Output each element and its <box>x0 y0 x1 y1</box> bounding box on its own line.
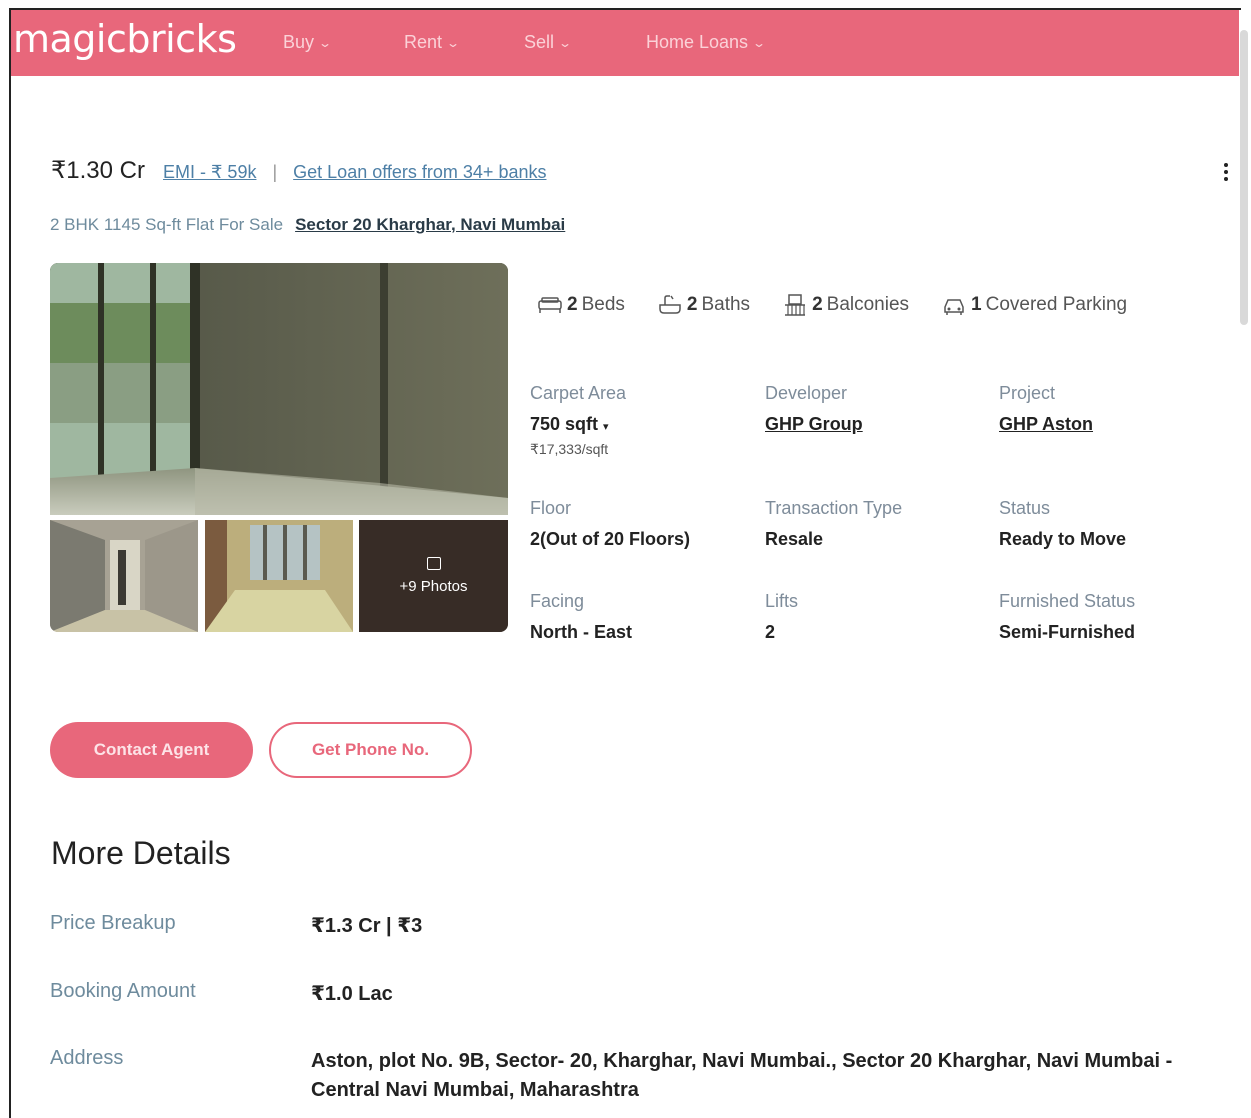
corridor-photo <box>50 520 198 632</box>
spec-carpet-area: Carpet Area 750 sqft ▾ ₹17,333/sqft <box>530 383 626 458</box>
more-options-icon[interactable] <box>1224 160 1228 184</box>
chevron-down-icon: ⌄ <box>446 35 461 50</box>
room-photo-2 <box>205 520 353 632</box>
beds-label: Beds <box>581 294 625 315</box>
property-summary: 2 BHK 1145 Sq-ft Flat For Sale <box>50 215 284 234</box>
top-navbar: magicbricks Buy ⌄ Rent ⌄ Sell ⌄ Home Loa… <box>11 10 1239 76</box>
image-icon <box>426 557 441 570</box>
nav-home-loans-label: Home Loans <box>646 32 749 52</box>
spec-status: Status Ready to Move <box>999 498 1126 550</box>
listing-price: ₹1.30 Cr <box>51 157 145 184</box>
detail-value: ₹1.0 Lac <box>311 983 393 1005</box>
detail-value: ₹1.3 Cr | ₹3 <box>311 915 423 937</box>
spec-label: Developer <box>765 383 848 403</box>
amenity-parking: 1 Covered Parking <box>941 293 1127 317</box>
spec-facing: Facing North - East <box>530 591 632 643</box>
nav-sell-label: Sell <box>524 32 555 52</box>
balconies-label: Balconies <box>826 294 910 315</box>
baths-count: 2 <box>686 294 698 315</box>
bed-icon <box>538 297 562 313</box>
listing-subtitle: 2 BHK 1145 Sq-ft Flat For Sale Sector 20… <box>50 215 565 235</box>
nav-buy-label: Buy <box>283 32 315 52</box>
spec-lifts: Lifts 2 <box>765 591 798 643</box>
amenities-row: 2 Beds 2 Baths 2 Balconies 1 Covered Par… <box>537 293 1127 317</box>
nav-home-loans[interactable]: Home Loans ⌄ <box>646 32 767 53</box>
spec-transaction-type: Transaction Type Resale <box>765 498 902 550</box>
spec-value[interactable]: 750 sqft ▾ <box>530 414 626 435</box>
spec-value: Semi-Furnished <box>999 622 1136 642</box>
nav-rent[interactable]: Rent ⌄ <box>404 32 461 53</box>
scrollbar[interactable] <box>1240 30 1248 325</box>
detail-row: Address Aston, plot No. 9B, Sector- 20, … <box>50 1047 1211 1105</box>
room-photo <box>50 263 508 515</box>
spec-label: Carpet Area <box>530 383 627 403</box>
chevron-down-icon: ⌄ <box>318 35 333 50</box>
amenity-baths: 2 Baths <box>657 293 750 317</box>
emi-link[interactable]: EMI - ₹ 59k <box>163 162 256 183</box>
baths-label: Baths <box>701 294 751 315</box>
nav-sell[interactable]: Sell ⌄ <box>524 32 573 53</box>
parking-count: 1 <box>971 294 982 315</box>
contact-agent-button[interactable]: Contact Agent <box>50 722 253 778</box>
photo-thumbnail[interactable] <box>50 520 198 632</box>
spec-label: Status <box>999 498 1051 518</box>
spec-floor: Floor 2(Out of 20 Floors) <box>530 498 690 550</box>
bathtub-icon <box>659 295 681 314</box>
nav-rent-label: Rent <box>404 32 443 52</box>
spec-value: 2 <box>765 622 776 642</box>
spec-label: Floor <box>530 498 572 518</box>
spec-value: Ready to Move <box>999 529 1127 549</box>
amenity-balconies: 2 Balconies <box>782 293 909 317</box>
loan-offers-link[interactable]: Get Loan offers from 34+ banks <box>293 162 546 183</box>
divider: | <box>272 162 278 182</box>
more-photos-label: +9 Photos <box>399 578 468 595</box>
more-photos-tile[interactable]: +9 Photos <box>359 520 508 632</box>
car-icon <box>944 299 964 315</box>
nav-buy[interactable]: Buy ⌄ <box>283 32 333 53</box>
price-per-sqft: ₹17,333/sqft <box>530 441 609 457</box>
project-link[interactable]: GHP Aston <box>999 414 1093 435</box>
chevron-down-icon: ⌄ <box>752 35 767 50</box>
spec-label: Furnished Status <box>999 591 1136 611</box>
beds-count: 2 <box>567 294 578 315</box>
spec-furnished-status: Furnished Status Semi-Furnished <box>999 591 1135 643</box>
parking-label: Covered Parking <box>985 294 1128 315</box>
detail-row: Booking Amount ₹1.0 Lac <box>50 980 1211 1009</box>
spec-value: North - East <box>530 622 633 642</box>
spec-label: Facing <box>530 591 585 611</box>
balcony-icon <box>785 294 806 316</box>
spec-developer: Developer GHP Group <box>765 383 863 435</box>
caret-down-icon: ▾ <box>603 421 609 433</box>
photo-thumbnail[interactable] <box>205 520 353 632</box>
get-phone-button[interactable]: Get Phone No. <box>269 722 472 778</box>
spec-value: Resale <box>765 529 824 549</box>
developer-link[interactable]: GHP Group <box>765 414 863 435</box>
detail-label: Price Breakup <box>50 912 176 934</box>
detail-label: Address <box>50 1047 124 1069</box>
section-title: More Details <box>51 835 231 871</box>
chevron-down-icon: ⌄ <box>558 35 573 50</box>
balconies-count: 2 <box>812 294 823 315</box>
spec-label: Project <box>999 383 1056 403</box>
amenity-beds: 2 Beds <box>537 293 625 317</box>
detail-label: Booking Amount <box>50 980 196 1002</box>
main-photo[interactable] <box>50 263 508 515</box>
logo[interactable]: magicbricks <box>13 17 237 61</box>
spec-label: Transaction Type <box>765 498 903 518</box>
spec-label: Lifts <box>765 591 799 611</box>
location-link[interactable]: Sector 20 Kharghar, Navi Mumbai <box>295 215 565 235</box>
spec-value: 2(Out of 20 Floors) <box>530 529 691 549</box>
detail-row: Price Breakup ₹1.3 Cr | ₹3 <box>50 912 1211 941</box>
photos-overlay: +9 Photos <box>359 520 508 632</box>
price-row: ₹1.30 Cr EMI - ₹ 59k | Get Loan offers f… <box>51 156 546 185</box>
spec-project: Project GHP Aston <box>999 383 1093 435</box>
detail-value: Aston, plot No. 9B, Sector- 20, Kharghar… <box>311 1050 1173 1101</box>
